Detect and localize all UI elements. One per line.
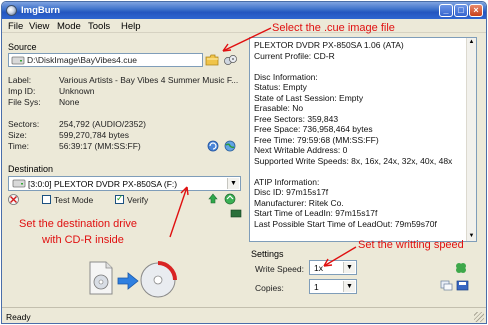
copies-value: 1 xyxy=(314,282,319,292)
annotation-set-drive-line1: Set the destination drive xyxy=(19,218,138,230)
device-info-panel[interactable]: PLEXTOR DVDR PX-850SA 1.06 (ATA) Current… xyxy=(249,37,477,242)
impid-field-name: Imp ID: xyxy=(8,86,36,96)
annotation-select-cue: Select the .cue image file xyxy=(272,22,395,34)
source-group-label: Source xyxy=(8,42,37,52)
info-line: State of Last Session: Empty xyxy=(254,92,364,103)
info-line: Manufacturer: Ritek Co. xyxy=(254,197,344,208)
browse-folder-icon[interactable] xyxy=(205,54,219,66)
menu-view[interactable]: View xyxy=(29,21,49,32)
sectors-field-name: Sectors: xyxy=(8,119,40,129)
clover-icon[interactable] xyxy=(455,262,467,274)
menu-help[interactable]: Help xyxy=(121,21,141,32)
monitor-icon[interactable] xyxy=(230,209,242,218)
annotation-arrow-speed xyxy=(323,246,357,267)
info-line: PLEXTOR DVDR PX-850SA 1.06 (ATA) xyxy=(254,40,404,50)
filesys-field-value: None xyxy=(59,97,80,107)
menu-mode[interactable]: Mode xyxy=(57,21,81,32)
close-button[interactable]: × xyxy=(469,4,483,17)
status-text: Ready xyxy=(6,312,31,322)
erase-disc-icon[interactable] xyxy=(8,194,19,205)
impid-field-value: Unknown xyxy=(59,86,95,96)
disc-layout-icon[interactable] xyxy=(224,54,237,66)
copies-label: Copies: xyxy=(255,283,284,293)
info-line xyxy=(254,166,466,177)
destination-drive-text: [3:0:0] PLEXTOR DVDR PX-850SA (F:) xyxy=(28,179,178,189)
annotation-arrow-cue xyxy=(222,27,272,52)
scroll-up-icon[interactable]: ▲ xyxy=(468,39,475,46)
device-info-text: PLEXTOR DVDR PX-850SA 1.06 (ATA) Current… xyxy=(254,40,466,229)
info-line: Disc Information: xyxy=(254,71,318,82)
copy-icon[interactable] xyxy=(440,280,453,291)
info-line: Erasable: No xyxy=(254,103,304,113)
annotation-arrow-drive xyxy=(169,186,189,238)
maximize-button[interactable]: □ xyxy=(454,4,468,17)
copies-select[interactable]: 1 ▼ xyxy=(309,279,357,294)
resize-grip-icon[interactable] xyxy=(474,312,484,322)
image-to-disc-icon xyxy=(89,261,177,298)
refresh-icon[interactable] xyxy=(207,140,219,152)
filesys-field-name: File Sys: xyxy=(8,97,41,107)
info-line: Start Time of LeadIn: 97m15s17f xyxy=(254,208,378,218)
info-scrollbar[interactable]: ▲ ▼ xyxy=(466,38,476,241)
info-line: Free Sectors: 359,843 xyxy=(254,113,339,124)
save-log-icon[interactable] xyxy=(456,280,469,291)
annotation-set-drive-line2: with CD-R inside xyxy=(42,234,124,246)
recycle-icon[interactable] xyxy=(207,193,219,205)
cd-drive-icon xyxy=(12,179,26,188)
title-bar[interactable]: ImgBurn _ □ × xyxy=(2,2,486,19)
destination-drive-select[interactable]: [3:0:0] PLEXTOR DVDR PX-850SA (F:) ▼ xyxy=(8,176,241,191)
info-line: Current Profile: CD-R xyxy=(254,50,335,61)
status-bar: Ready xyxy=(2,307,486,323)
size-field-name: Size: xyxy=(8,130,27,140)
test-mode-checkbox[interactable] xyxy=(42,195,51,204)
sectors-field-value: 254,792 (AUDIO/2352) xyxy=(59,119,146,129)
minimize-button[interactable]: _ xyxy=(439,4,453,17)
info-line: Supported Write Speeds: 8x, 16x, 24x, 32… xyxy=(254,155,453,166)
annotation-set-speed: Set the writting speed xyxy=(358,239,464,251)
chevron-down-icon[interactable]: ▼ xyxy=(227,178,239,189)
menu-tools[interactable]: Tools xyxy=(88,21,110,32)
info-line: Status: Empty xyxy=(254,82,307,92)
globe-icon[interactable] xyxy=(224,140,236,152)
time-field-value: 56:39:17 (MM:SS:FF) xyxy=(59,141,141,151)
verify-label: Verify xyxy=(127,195,149,205)
imgburn-app-icon xyxy=(6,5,17,16)
source-file-input[interactable]: D:\DiskImage\BayVibes4.cue xyxy=(8,53,203,67)
info-line: Last Possible Start Time of LeadOut: 79m… xyxy=(254,218,437,229)
info-line: Free Time: 79:59:68 (MM:SS:FF) xyxy=(254,134,379,145)
label-field-name: Label: xyxy=(8,75,32,85)
drive-icon xyxy=(11,56,25,65)
destination-group-label: Destination xyxy=(8,164,54,174)
chevron-down-icon[interactable]: ▼ xyxy=(343,281,355,292)
verify-checkbox[interactable] xyxy=(115,193,124,204)
menu-file[interactable]: File xyxy=(8,21,23,32)
write-speed-label: Write Speed: xyxy=(255,264,304,274)
window-title: ImgBurn xyxy=(21,5,61,16)
imgburn-window: ImgBurn _ □ × File View Mode Tools Help … xyxy=(1,1,487,324)
scroll-down-icon[interactable]: ▼ xyxy=(468,233,475,240)
size-field-value: 599,270,784 bytes xyxy=(59,130,129,140)
settings-group-label: Settings xyxy=(251,249,284,259)
test-mode-label: Test Mode xyxy=(54,195,94,205)
recycle-alt-icon[interactable] xyxy=(224,193,236,205)
label-field-value: Various Artists - Bay Vibes 4 Summer Mus… xyxy=(59,75,239,85)
info-line xyxy=(254,61,466,72)
info-line: Free Space: 736,958,464 bytes xyxy=(254,124,373,134)
source-path-text: D:\DiskImage\BayVibes4.cue xyxy=(27,55,137,65)
time-field-name: Time: xyxy=(8,141,29,151)
info-line: Disc ID: 97m15s17f xyxy=(254,187,329,197)
info-line: Next Writable Address: 0 xyxy=(254,145,348,155)
info-line: ATIP Information: xyxy=(254,176,320,187)
